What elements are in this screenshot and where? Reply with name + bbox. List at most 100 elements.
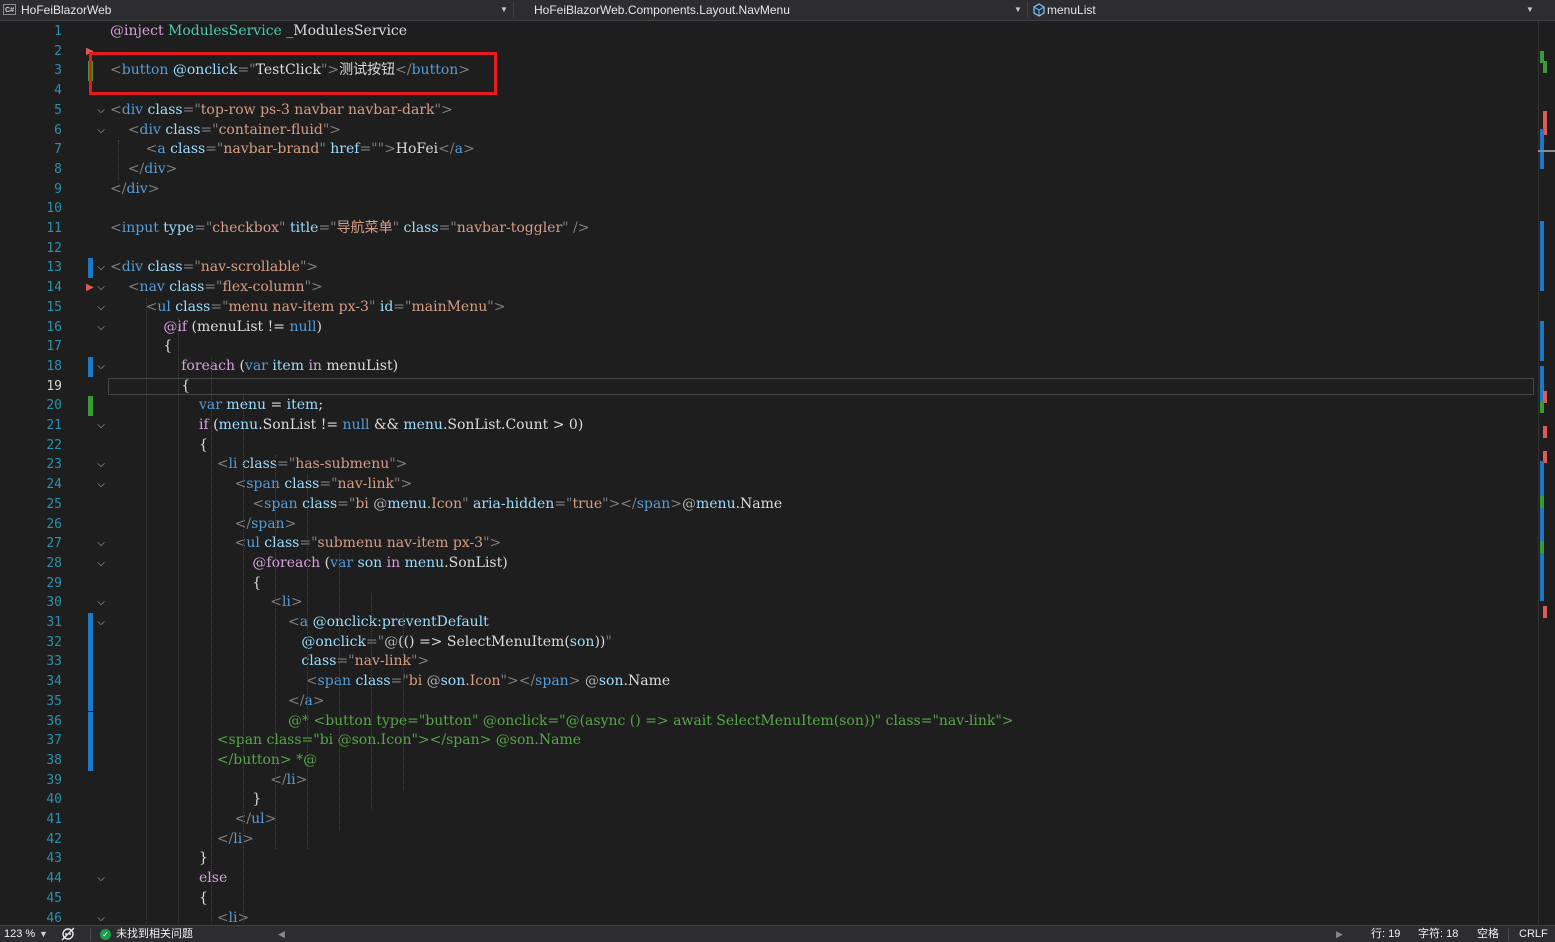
code-text: <a @onclick:preventDefault [288,614,489,630]
fold-toggle-icon[interactable]: ⌵ [95,554,107,574]
code-line[interactable]: 10 [0,199,1538,219]
indent-guide [211,356,212,925]
code-line[interactable]: 24 ⌵ <span class="nav-link"> [0,475,1538,495]
code-line[interactable]: 35 </a> [0,691,1538,712]
scroll-right-icon[interactable]: ▶ [1336,926,1343,942]
code-line[interactable]: 13 ⌵ <div class="nav-scrollable"> [0,258,1538,279]
line-number: 35 [46,693,62,709]
line-number: 23 [46,457,62,473]
code-editor[interactable]: 1 @inject ModulesService _ModulesService 2… [0,21,1538,925]
code-line[interactable]: 27 ⌵ <ul class="submenu nav-item px-3"> [0,534,1538,554]
fold-toggle-icon[interactable]: ⌵ [95,613,107,633]
code-text: </div> [110,180,160,197]
fold-toggle-icon[interactable]: ⌵ [95,869,107,889]
line-number: 41 [46,812,62,827]
code-line[interactable]: 37 <span class="bi @son.Icon"></span> @s… [0,731,1538,751]
zoom-level[interactable]: 123 % [4,926,35,942]
fold-toggle-icon[interactable]: ⌵ [95,909,107,926]
code-line[interactable]: 23 ⌵ <li class="has-submenu"> [0,455,1538,475]
code-line[interactable]: 38 </button> *@ [0,750,1538,771]
fold-toggle-icon[interactable]: ⌵ [95,534,107,554]
code-line[interactable]: 31 ⌵ <a @onclick:preventDefault [0,613,1538,633]
fold-toggle-icon[interactable]: ⌵ [95,278,107,298]
cursor-line[interactable]: 行: 19 [1371,926,1400,942]
member-dropdown[interactable]: menuList ▼ [1028,0,1555,21]
fold-toggle-icon[interactable]: ⌵ [95,121,107,141]
code-line[interactable]: 41 </ul> [0,810,1538,830]
change-indicator [88,258,93,279]
vertical-scrollbar[interactable] [1538,21,1555,925]
code-line[interactable]: 8 </div> [0,160,1538,180]
code-line[interactable]: 18 ⌵ foreach (var item in menuList) [0,356,1538,377]
code-line[interactable]: 30 ⌵ <li> [0,593,1538,613]
line-number: 36 [46,713,62,729]
code-line[interactable]: 21 ⌵ if (menu.SonList != null && menu.Son… [0,416,1538,436]
copilot-icon[interactable] [60,927,76,941]
line-number: 34 [46,674,62,690]
line-number: 3 [54,63,62,79]
fold-toggle-icon[interactable]: ⌵ [95,455,107,475]
scrollbar-marker [1540,496,1544,508]
fold-toggle-icon[interactable]: ⌵ [95,416,107,436]
code-line[interactable]: 43 } [0,849,1538,869]
issues-status[interactable]: 未找到相关问题 [116,926,193,942]
scrollbar-marker [1540,129,1544,169]
chevron-down-icon[interactable]: ▼ [39,926,48,942]
code-text: <div class="container-fluid"> [127,121,342,138]
code-line[interactable]: 17 { [0,337,1538,357]
line-number: 27 [46,536,62,552]
code-line[interactable]: 25 <span class="bi @menu.Icon" aria-hidd… [0,495,1538,515]
fold-toggle-icon[interactable]: ⌵ [95,593,107,613]
code-line[interactable]: 12 [0,239,1538,259]
code-text: } [110,850,208,867]
line-number: 22 [46,437,62,453]
code-line[interactable]: 19 { [0,377,1538,397]
code-line[interactable]: 29 { [0,574,1538,594]
fold-toggle-icon[interactable]: ⌵ [95,357,107,377]
code-line[interactable]: 42 </li> [0,830,1538,850]
code-line[interactable]: 36 @* <button type="button" @onclick="@(… [0,711,1538,732]
code-line[interactable]: 28 ⌵ @foreach (var son in menu.SonList) [0,554,1538,574]
code-line[interactable]: 39 </li> [0,771,1538,791]
fold-toggle-icon[interactable]: ⌵ [95,258,107,278]
fold-toggle-icon[interactable]: ⌵ [95,318,107,338]
code-line[interactable]: 15 ⌵ <ul class="menu nav-item px-3" id="m… [0,298,1538,318]
code-line[interactable]: 33 class="nav-link"> [0,652,1538,673]
code-line[interactable]: 14 ▶ ⌵ <nav class="flex-column"> [0,278,1538,298]
scrollbar-marker [1540,251,1544,291]
cursor-char[interactable]: 字符: 18 [1418,926,1458,942]
code-line[interactable]: 5 ⌵ <div class="top-row ps-3 navbar navbar… [0,101,1538,121]
change-indicator [88,672,93,692]
code-line[interactable]: 44 ⌵ else [0,869,1538,889]
code-text: <div class="top-row ps-3 navbar navbar-d… [110,101,453,118]
code-line[interactable]: 9 </div> [0,180,1538,200]
code-line[interactable]: 46 ⌵ <li> [0,909,1538,926]
line-ending[interactable]: CRLF [1519,926,1548,942]
code-line[interactable]: 22 { [0,436,1538,456]
code-line[interactable]: 26 </span> [0,515,1538,535]
line-number: 16 [46,319,62,335]
navigation-bar: C# HoFeiBlazorWeb ▼ HoFeiBlazorWeb.Compo… [0,0,1555,21]
code-line[interactable]: 16 ⌵ @if (menuList != null) [0,318,1538,338]
code-line[interactable]: 45 { [0,889,1538,909]
code-line[interactable]: 1 @inject ModulesService _ModulesService [0,22,1538,42]
fold-toggle-icon[interactable]: ⌵ [95,298,107,318]
type-dropdown[interactable]: HoFeiBlazorWeb.Components.Layout.NavMenu… [514,0,1026,21]
code-line[interactable]: 20 var menu = item; [0,396,1538,416]
line-number: 29 [46,575,62,591]
code-line[interactable]: 40 } [0,790,1538,810]
change-indicator [88,613,93,633]
indent-mode[interactable]: 空格 [1477,926,1499,942]
scroll-left-icon[interactable]: ◀ [278,926,285,942]
check-circle-icon: ✓ [100,929,111,940]
chevron-down-icon: ▼ [1526,5,1534,14]
code-line[interactable]: 32 @onclick="@(() => SelectMenuItem(son)… [0,632,1538,653]
project-dropdown[interactable]: C# HoFeiBlazorWeb ▼ [0,0,512,21]
fold-toggle-icon[interactable]: ⌵ [95,101,107,121]
fold-toggle-icon[interactable]: ⌵ [95,475,107,495]
code-line[interactable]: 6 ⌵ <div class="container-fluid"> [0,121,1538,141]
code-line[interactable]: 11 <input type="checkbox" title="导航菜单" cl… [0,219,1538,239]
scrollbar-marker [1543,426,1547,438]
code-line[interactable]: 7 <a class="navbar-brand" href="">HoFei<… [0,140,1538,160]
code-line[interactable]: 34 <span class="bi @son.Icon"></span> @s… [0,672,1538,692]
